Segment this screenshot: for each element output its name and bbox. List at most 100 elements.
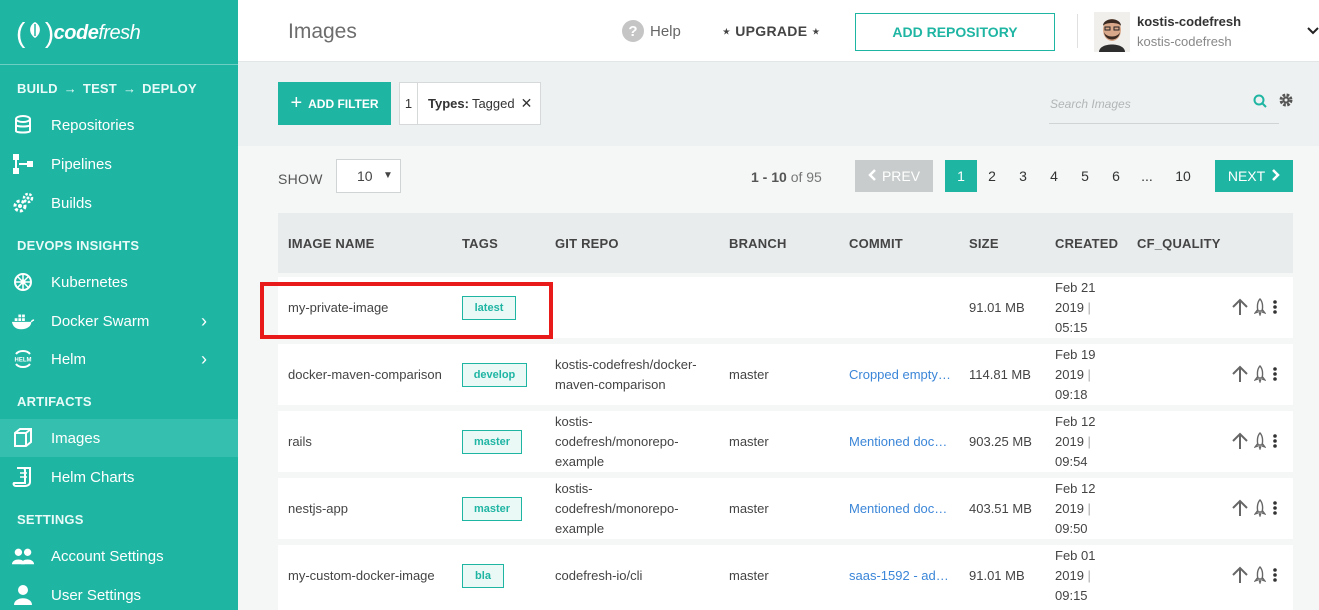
tag-badge[interactable]: develop [462, 363, 527, 387]
docker-whale-icon [11, 309, 35, 333]
created-day: Feb 12 [1055, 414, 1096, 429]
chevron-left-icon [868, 168, 876, 184]
git-repo[interactable]: kostis- codefresh/monorepo- example [555, 479, 679, 539]
upgrade-link[interactable]: ⋆ UPGRADE ⋆ [722, 23, 821, 40]
column-header-cf-quality[interactable]: CF_QUALITY [1137, 236, 1221, 251]
table-row[interactable]: docker-maven-comparison develop kostis-c… [278, 344, 1293, 405]
show-label: SHOW [278, 171, 323, 187]
sidebar-item-kubernetes[interactable]: Kubernetes [0, 263, 238, 301]
created-year: 2019 [1055, 300, 1084, 315]
chevron-down-icon[interactable] [1307, 22, 1319, 38]
rocket-icon[interactable] [1253, 566, 1267, 589]
table-row[interactable]: my-custom-docker-image bla codefresh-io/… [278, 545, 1293, 610]
more-vertical-icon[interactable] [1272, 298, 1278, 321]
rocket-icon[interactable] [1253, 298, 1267, 321]
sidebar-item-images[interactable]: Images [0, 419, 238, 457]
image-name[interactable]: my-custom-docker-image [288, 566, 435, 586]
commit-link[interactable]: Mentioned doc… [849, 432, 947, 452]
column-header-tags[interactable]: TAGS [462, 236, 498, 251]
logo-word-fresh: fresh [98, 21, 141, 44]
prev-label: PREV [881, 168, 921, 184]
date-separator: | [1087, 300, 1091, 315]
arrow-up-icon[interactable] [1232, 499, 1248, 522]
row-actions [1232, 298, 1278, 321]
git-repo-line: maven-comparison [555, 377, 666, 392]
row-actions [1232, 499, 1278, 522]
rocket-icon[interactable] [1253, 432, 1267, 455]
arrow-up-icon[interactable] [1232, 432, 1248, 455]
codefresh-logo[interactable]: ( ) code fresh [16, 16, 141, 50]
more-vertical-icon[interactable] [1272, 432, 1278, 455]
gear-icon[interactable] [1278, 92, 1294, 113]
more-vertical-icon[interactable] [1272, 566, 1278, 589]
created-date: Feb 12 2019 | 09:54 [1055, 412, 1095, 472]
avatar[interactable] [1094, 12, 1130, 52]
column-header-image-name[interactable]: IMAGE NAME [288, 236, 375, 251]
column-header-branch[interactable]: BRANCH [729, 236, 787, 251]
image-name[interactable]: nestjs-app [288, 499, 348, 519]
created-year: 2019 [1055, 367, 1084, 382]
sidebar-item-builds[interactable]: Builds [0, 184, 238, 222]
prev-page-button[interactable]: PREV [855, 160, 933, 192]
rocket-icon[interactable] [1253, 365, 1267, 388]
sidebar-item-pipelines[interactable]: Pipelines [0, 145, 238, 183]
tag-badge[interactable]: master [462, 430, 522, 454]
git-repo[interactable]: kostis- codefresh/monorepo- example [555, 412, 679, 472]
table-row[interactable]: nestjs-app master kostis- codefresh/mono… [278, 478, 1293, 539]
commit-link[interactable]: saas-1592 - ad… [849, 566, 949, 586]
next-page-button[interactable]: NEXT [1215, 160, 1293, 192]
table-row[interactable]: rails master kostis- codefresh/monorepo-… [278, 411, 1293, 472]
column-header-created[interactable]: CREATED [1055, 236, 1118, 251]
tag-badge[interactable]: bla [462, 564, 504, 588]
page-button-1[interactable]: 1 [945, 160, 977, 192]
page-button-6[interactable]: 6 [1100, 160, 1132, 192]
more-vertical-icon[interactable] [1272, 499, 1278, 522]
git-repo[interactable]: kostis-codefresh/docker- maven-compariso… [555, 355, 697, 395]
arrow-up-icon[interactable] [1232, 298, 1248, 321]
column-header-commit[interactable]: COMMIT [849, 236, 903, 251]
search-icon[interactable] [1253, 94, 1267, 113]
sidebar-item-helm[interactable]: HELM Helm › [0, 340, 238, 378]
column-header-git-repo[interactable]: GIT REPO [555, 236, 619, 251]
sidebar-item-user-settings[interactable]: User Settings [0, 576, 238, 610]
sidebar-item-account-settings[interactable]: Account Settings [0, 537, 238, 575]
commit-link[interactable]: Cropped empty… [849, 365, 951, 385]
arrow-up-icon[interactable] [1232, 365, 1248, 388]
git-repo[interactable]: codefresh-io/cli [555, 566, 642, 586]
created-date: Feb 12 2019 | 09:50 [1055, 479, 1095, 539]
more-vertical-icon[interactable] [1272, 365, 1278, 388]
column-header-size[interactable]: SIZE [969, 236, 999, 251]
rocket-icon[interactable] [1253, 499, 1267, 522]
page-button-3[interactable]: 3 [1007, 160, 1039, 192]
page-button-10[interactable]: 10 [1167, 160, 1199, 192]
image-name[interactable]: docker-maven-comparison [288, 365, 442, 385]
sidebar: ( ) code fresh BUILD → TEST → DEPLOY Repo… [0, 0, 238, 610]
close-icon[interactable]: ✕ [521, 95, 533, 112]
search-input[interactable]: Search Images [1049, 86, 1279, 124]
page-size-select[interactable]: 10 ▼ [336, 159, 401, 193]
arrow-up-icon[interactable] [1232, 566, 1248, 589]
add-filter-button[interactable]: + ADD FILTER [278, 82, 391, 125]
tag-badge[interactable]: master [462, 497, 522, 521]
created-time: 09:18 [1055, 387, 1088, 402]
sidebar-divider [0, 64, 238, 65]
image-size: 91.01 MB [969, 568, 1025, 583]
sidebar-item-repositories[interactable]: Repositories [0, 106, 238, 144]
image-size: 403.51 MB [969, 501, 1032, 516]
logo-paren-right: ) [44, 17, 54, 48]
row-actions [1232, 365, 1278, 388]
sidebar-item-docker-swarm[interactable]: Docker Swarm › [0, 302, 238, 340]
page-button-4[interactable]: 4 [1038, 160, 1070, 192]
filter-chip-count: 1 [400, 83, 418, 124]
page-button-5[interactable]: 5 [1069, 160, 1101, 192]
commit-link[interactable]: Mentioned doc… [849, 499, 947, 519]
created-time: 09:15 [1055, 588, 1088, 603]
created-day: Feb 19 [1055, 347, 1096, 362]
sidebar-item-helm-charts[interactable]: Helm Charts [0, 458, 238, 496]
help-link[interactable]: ? Help [622, 20, 681, 42]
page-button-2[interactable]: 2 [976, 160, 1008, 192]
add-repository-button[interactable]: ADD REPOSITORY [855, 13, 1055, 51]
filter-chip[interactable]: 1 Types: Tagged ✕ [399, 82, 542, 125]
image-name[interactable]: rails [288, 432, 312, 452]
user-account: kostis-codefresh [1137, 34, 1232, 49]
